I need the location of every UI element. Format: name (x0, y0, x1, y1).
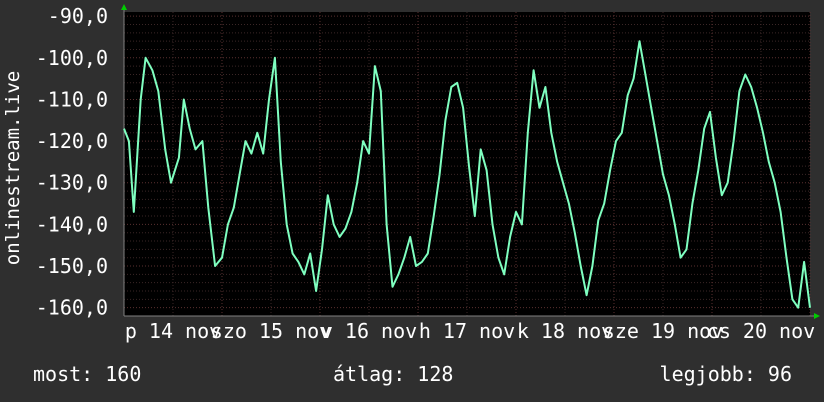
y-axis-arrow (121, 4, 127, 10)
y-tick-label: -160,0 (36, 296, 108, 320)
x-tick-label: cs 20 nov (707, 319, 815, 343)
x-tick-labels: p 14 novszo 15 novv 16 nov h 17 nov k 18 n… (125, 319, 815, 343)
stat-average-value: 128 (417, 362, 454, 386)
y-tick-label: -90,0 (48, 4, 108, 28)
stat-now: most: 160 (33, 362, 141, 386)
x-tick-label: sze 19 nov (603, 319, 723, 343)
x-axis-arrow (814, 313, 820, 319)
x-tick-label: h 17 nov (419, 319, 515, 343)
stat-average-label: átlag: (333, 362, 406, 386)
x-tick-label: v 16 nov (321, 319, 417, 343)
x-tick-label: k 18 nov (517, 319, 613, 343)
y-tick-label: -110,0 (36, 87, 108, 111)
x-tick-label: szo 15 nov (211, 319, 331, 343)
y-tick-label: -150,0 (36, 254, 108, 278)
stat-best: legjobb: 96 (660, 362, 792, 386)
y-tick-label: -130,0 (36, 171, 108, 195)
chart-svg: -90,0 -100,0 -110,0 -120,0 -130,0 -140,0 -150,… (2, 4, 820, 343)
y-tick-labels: -90,0 -100,0 -110,0 -120,0 -130,0 -140,0 -150,… (36, 4, 108, 320)
stat-now-label: most: (33, 362, 94, 386)
y-tick-label: -100,0 (36, 46, 108, 70)
y-tick-label: -140,0 (36, 212, 108, 236)
stat-now-value: 160 (105, 362, 142, 386)
y-tick-label: -120,0 (36, 129, 108, 153)
y-axis-label: onlinestream.live (2, 71, 24, 265)
stat-best-value: 96 (767, 362, 792, 386)
x-tick-label: p 14 nov (125, 319, 221, 343)
chart-root: -90,0 -100,0 -110,0 -120,0 -130,0 -140,0 -150,… (0, 0, 824, 402)
stat-average: átlag: 128 (333, 362, 453, 386)
stat-best-label: legjobb: (659, 362, 756, 386)
